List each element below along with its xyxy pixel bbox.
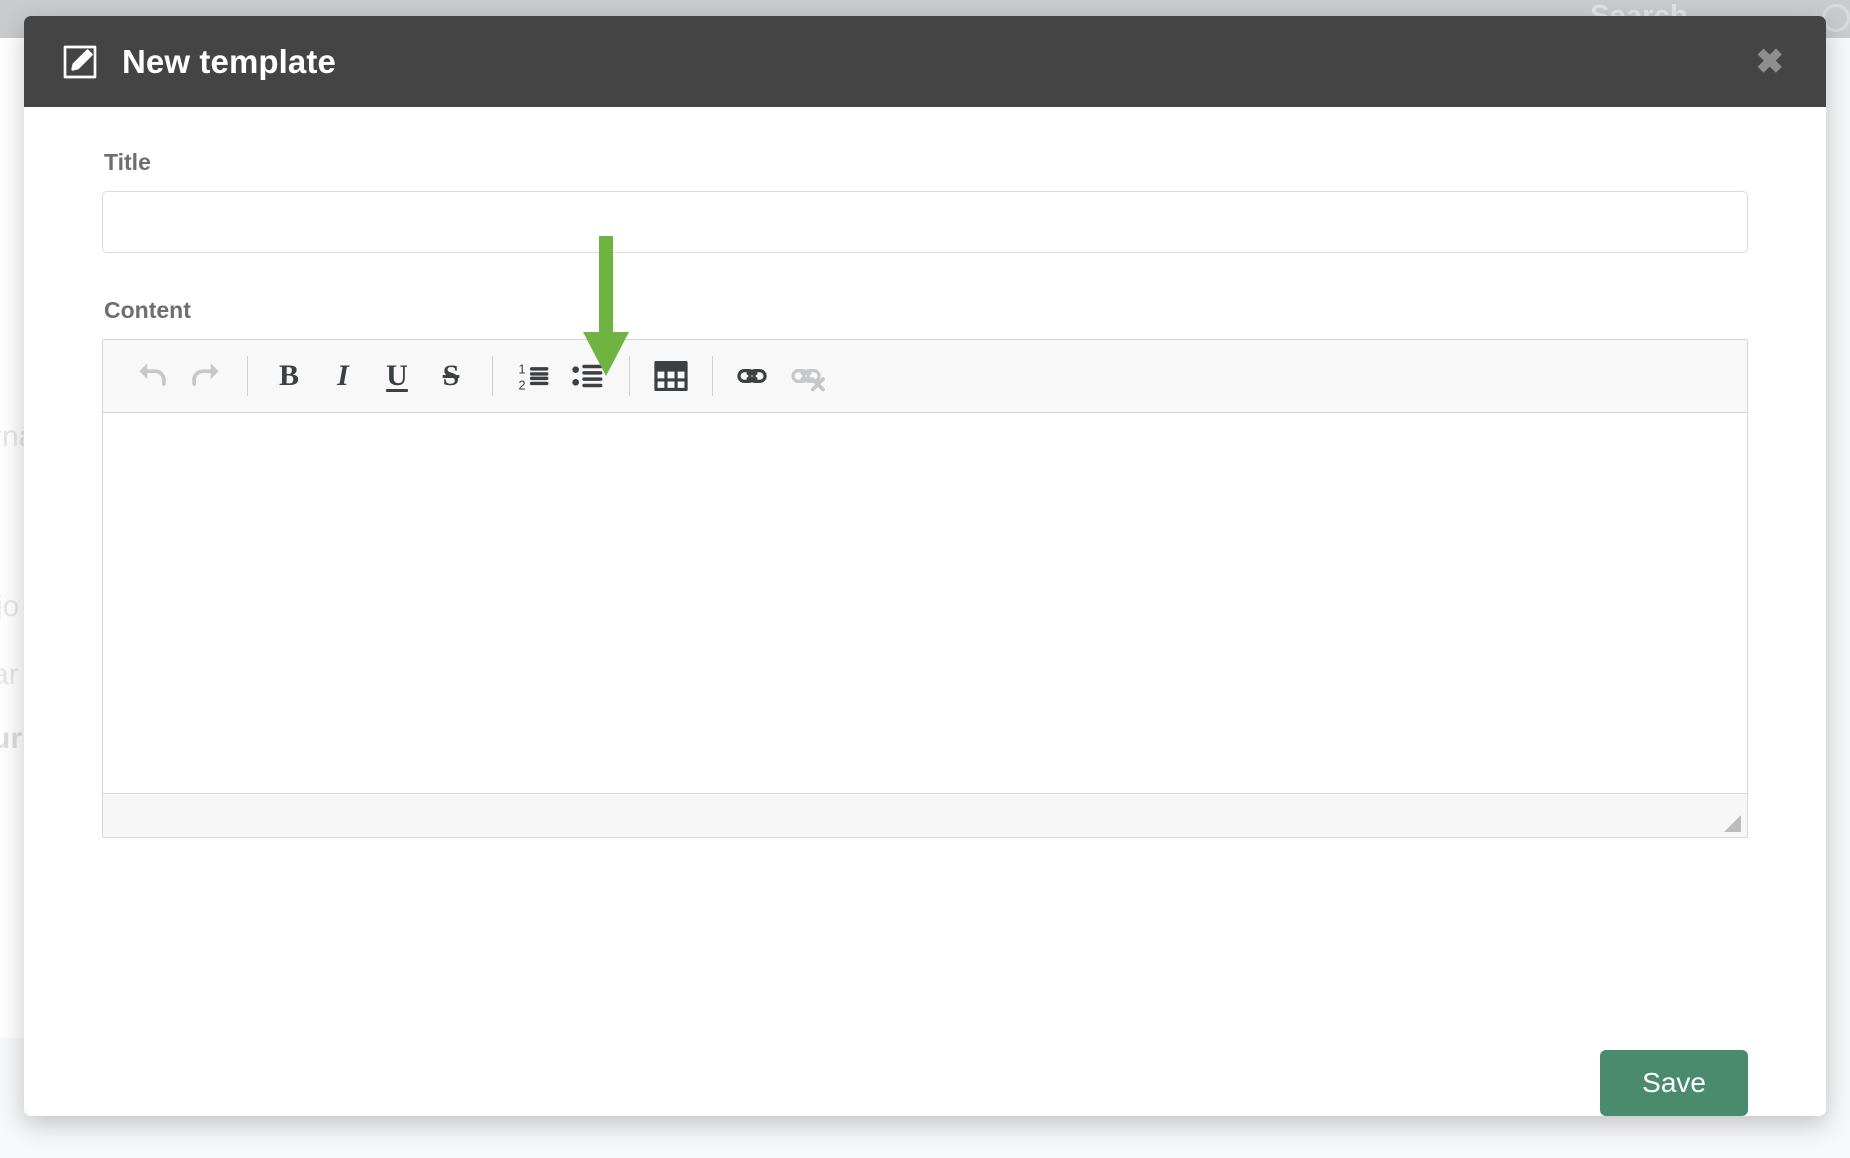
content-editable-area[interactable] bbox=[103, 413, 1747, 793]
italic-button[interactable]: I bbox=[316, 349, 370, 403]
svg-text:2: 2 bbox=[518, 379, 525, 393]
italic-button-label: I bbox=[337, 359, 349, 392]
background-text-fragment: jo bbox=[0, 590, 20, 623]
resize-grip-icon[interactable] bbox=[1724, 815, 1741, 832]
underline-button[interactable]: U bbox=[370, 349, 424, 403]
editor-status-bar bbox=[103, 793, 1747, 837]
new-template-modal: New template ✖ Title Content BIUS12 Save bbox=[24, 16, 1826, 1116]
strikethrough-button-label: S bbox=[442, 359, 460, 392]
title-field-label: Title bbox=[104, 149, 151, 175]
rich-text-editor: BIUS12 bbox=[102, 339, 1748, 838]
toolbar-separator-1 bbox=[247, 356, 248, 396]
ordered-list-icon[interactable]: 12 bbox=[507, 349, 561, 403]
bold-button[interactable]: B bbox=[262, 349, 316, 403]
save-button[interactable]: Save bbox=[1600, 1050, 1748, 1116]
toolbar-separator-3 bbox=[629, 356, 630, 396]
undo-icon bbox=[125, 349, 179, 403]
toolbar-separator-4 bbox=[712, 356, 713, 396]
modal-footer: Save bbox=[24, 1004, 1826, 1116]
content-field-label: Content bbox=[104, 297, 191, 323]
redo-icon bbox=[179, 349, 233, 403]
remove-link-icon bbox=[781, 349, 835, 403]
strikethrough-button[interactable]: S bbox=[424, 349, 478, 403]
unordered-list-icon[interactable] bbox=[561, 349, 615, 403]
editor-toolbar: BIUS12 bbox=[103, 340, 1747, 413]
page-title: New template bbox=[122, 42, 336, 80]
title-input[interactable] bbox=[102, 191, 1748, 253]
background-text-fragment: ar bbox=[0, 658, 19, 691]
insert-table-icon[interactable] bbox=[644, 349, 698, 403]
bold-button-label: B bbox=[278, 359, 299, 392]
field-spacer bbox=[102, 253, 1748, 297]
svg-text:1: 1 bbox=[518, 362, 525, 376]
modal-header: New template ✖ bbox=[24, 16, 1826, 107]
modal-body: Title Content BIUS12 bbox=[24, 107, 1826, 1004]
toolbar-separator-2 bbox=[492, 356, 493, 396]
user-circle-icon[interactable] bbox=[1822, 4, 1850, 32]
background-text-fragment: ur bbox=[0, 722, 22, 755]
close-icon[interactable]: ✖ bbox=[1756, 45, 1785, 79]
underline-button-label: U bbox=[386, 359, 408, 392]
insert-link-icon[interactable] bbox=[727, 349, 781, 403]
edit-pencil-square-icon bbox=[60, 42, 100, 82]
